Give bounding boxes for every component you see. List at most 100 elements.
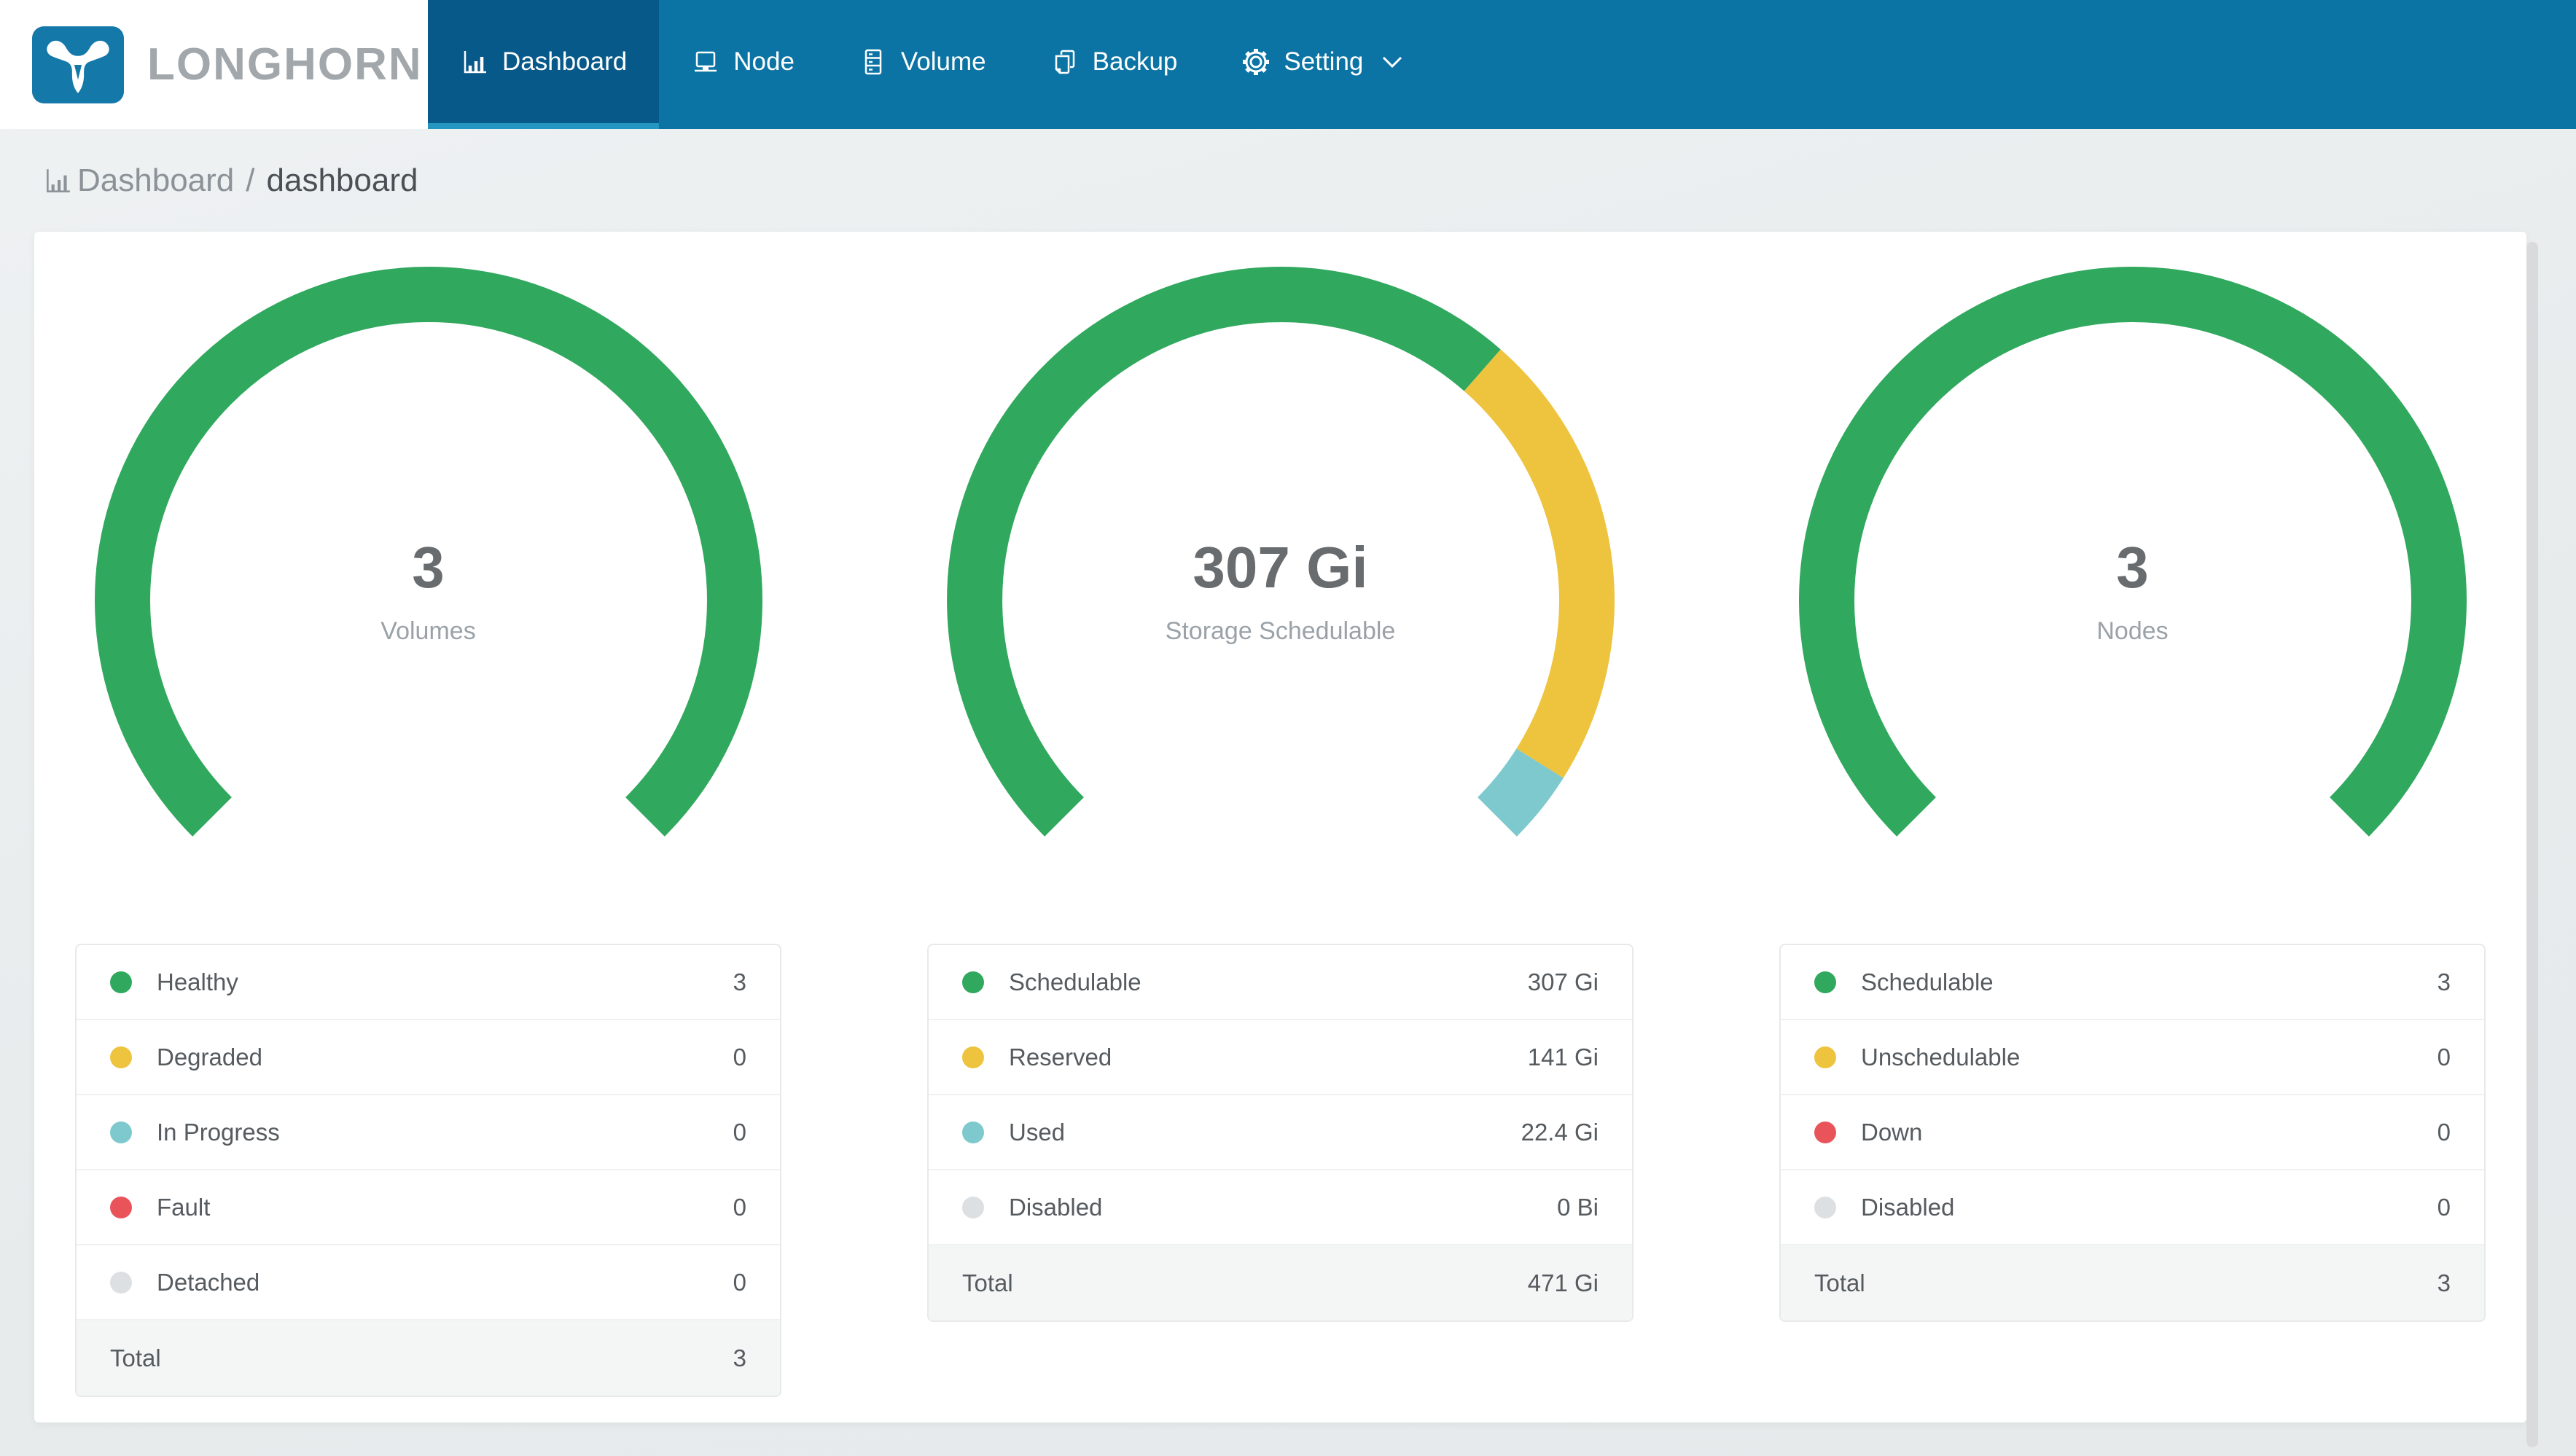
legend-dot	[110, 971, 132, 993]
legend-label: Schedulable	[1861, 968, 1994, 995]
nav-menu: Dashboard Node Volume Backup Setting	[428, 0, 2576, 129]
legend-value: 0	[733, 1193, 746, 1221]
legend-row-down: Down 0	[1781, 1095, 2484, 1170]
legend-label: Disabled	[1009, 1193, 1103, 1221]
legend-value: 22.4 Gi	[1521, 1118, 1599, 1146]
top-navbar: LONGHORN Dashboard Node Volume Backup Se…	[0, 0, 2576, 129]
legend-label: Unschedulable	[1861, 1043, 2021, 1071]
storage-legend-table: Schedulable 307 Gi Reserved 141 Gi Used 22.4 …	[927, 944, 1634, 1322]
chevron-down-icon	[1383, 56, 1402, 68]
nav-item-backup[interactable]: Backup	[1018, 0, 1210, 129]
breadcrumb-current-page: dashboard	[266, 162, 418, 198]
legend-dot	[1814, 1121, 1836, 1143]
node-icon	[695, 51, 717, 71]
legend-value: 307 Gi	[1527, 968, 1599, 995]
legend-label: Down	[1861, 1118, 1923, 1146]
legend-dot	[110, 1196, 132, 1218]
legend-label: In Progress	[157, 1118, 280, 1146]
bar-chart-icon	[464, 50, 486, 73]
legend-dot	[962, 1121, 984, 1143]
legend-row-schedulable: Schedulable 3	[1781, 945, 2484, 1020]
legend-row-fault: Fault 0	[77, 1170, 780, 1245]
nodes-legend-table: Schedulable 3 Unschedulable 0 Down 0 Disabled 0…	[1779, 944, 2486, 1322]
legend-dot	[962, 1196, 984, 1218]
nav-item-label: Backup	[1092, 47, 1178, 76]
legend-dot	[1814, 1196, 1836, 1218]
legend-total-value: 3	[733, 1344, 746, 1371]
legends-row: Healthy 3 Degraded 0 In Progress 0 Fault 0 Detac…	[34, 943, 2526, 1426]
legend-row-used: Used 22.4 Gi	[929, 1095, 1632, 1170]
vertical-scrollbar-thumb[interactable]	[2526, 242, 2538, 1447]
brand-logo[interactable]: LONGHORN	[0, 0, 428, 129]
legend-dot	[110, 1046, 132, 1068]
nav-item-volume[interactable]: Volume	[827, 0, 1018, 129]
legend-total-label: Total	[1814, 1269, 1865, 1296]
legend-dot	[110, 1121, 132, 1143]
backup-icon	[1055, 50, 1074, 74]
legend-total-row: Total 471 Gi	[929, 1245, 1632, 1320]
dashboard-card: 3 Volumes 307 Gi Storage Schedulable 3 N…	[34, 232, 2526, 1422]
legend-dot	[962, 971, 984, 993]
legend-total-value: 3	[2437, 1269, 2451, 1296]
legend-row-unschedulable: Unschedulable 0	[1781, 1020, 2484, 1095]
nav-item-setting[interactable]: Setting	[1209, 0, 1436, 129]
nav-item-label: Dashboard	[502, 47, 628, 76]
gauge-arc	[94, 266, 762, 837]
volumes-legend-table: Healthy 3 Degraded 0 In Progress 0 Fault 0 Detac…	[75, 944, 781, 1397]
legend-value: 3	[2437, 968, 2451, 995]
legend-value: 0	[733, 1118, 746, 1146]
breadcrumb-section[interactable]: Dashboard	[77, 163, 234, 199]
nav-item-dashboard[interactable]: Dashboard	[428, 0, 660, 129]
gauge-segment-schedulable	[1798, 266, 2467, 837]
legend-total-value: 471 Gi	[1527, 1269, 1599, 1296]
legend-row-degraded: Degraded 0	[77, 1020, 780, 1095]
legend-label: Disabled	[1861, 1193, 1955, 1221]
legend-row-disabled: Disabled 0	[1781, 1170, 2484, 1245]
bar-chart-icon	[47, 168, 70, 192]
legend-value: 0	[2437, 1193, 2451, 1221]
legend-value: 0	[733, 1268, 746, 1296]
legend-total-row: Total 3	[77, 1320, 780, 1396]
legend-label: Healthy	[157, 968, 238, 995]
legend-value: 141 Gi	[1527, 1043, 1599, 1071]
breadcrumb: Dashboard / dashboard	[0, 129, 2576, 232]
gauge-segment-used	[1477, 748, 1564, 837]
legend-dot	[110, 1271, 132, 1293]
volumes-gauge: 3 Volumes	[75, 258, 781, 943]
legend-row-detached: Detached 0	[77, 1245, 780, 1320]
legend-label: Degraded	[157, 1043, 262, 1071]
legend-value: 0	[733, 1043, 746, 1071]
nav-item-label: Setting	[1284, 47, 1364, 76]
legend-value: 0	[2437, 1043, 2451, 1071]
gear-icon	[1243, 48, 1270, 75]
legend-label: Reserved	[1009, 1043, 1112, 1071]
legend-label: Schedulable	[1009, 968, 1141, 995]
gauge-arc	[946, 267, 1615, 837]
legend-value: 3	[733, 968, 746, 995]
legend-label: Used	[1009, 1118, 1066, 1146]
volume-icon	[864, 49, 882, 74]
legend-label: Fault	[157, 1193, 211, 1221]
gauge-segment-healthy	[94, 266, 762, 837]
legend-row-in-progress: In Progress 0	[77, 1095, 780, 1170]
legend-total-label: Total	[962, 1269, 1013, 1296]
legend-total-label: Total	[110, 1344, 161, 1371]
brand-name: LONGHORN	[147, 39, 423, 90]
nav-item-label: Node	[733, 47, 795, 76]
legend-row-reserved: Reserved 141 Gi	[929, 1020, 1632, 1095]
legend-row-schedulable: Schedulable 307 Gi	[929, 945, 1632, 1020]
gauges-row: 3 Volumes 307 Gi Storage Schedulable 3 N…	[34, 232, 2526, 943]
gauge-segment-reserved	[1464, 349, 1615, 778]
legend-total-row: Total 3	[1781, 1245, 2484, 1320]
nodes-gauge: 3 Nodes	[1779, 258, 2486, 943]
legend-label: Detached	[157, 1268, 260, 1296]
legend-dot	[1814, 971, 1836, 993]
legend-dot	[1814, 1046, 1836, 1068]
legend-value: 0 Bi	[1557, 1193, 1599, 1221]
gauge-arc	[1798, 266, 2467, 837]
legend-row-healthy: Healthy 3	[77, 945, 780, 1020]
nav-item-node[interactable]: Node	[659, 0, 827, 129]
breadcrumb-separator: /	[246, 162, 255, 198]
gauge-segment-schedulable	[946, 267, 1501, 837]
legend-row-disabled: Disabled 0 Bi	[929, 1170, 1632, 1245]
